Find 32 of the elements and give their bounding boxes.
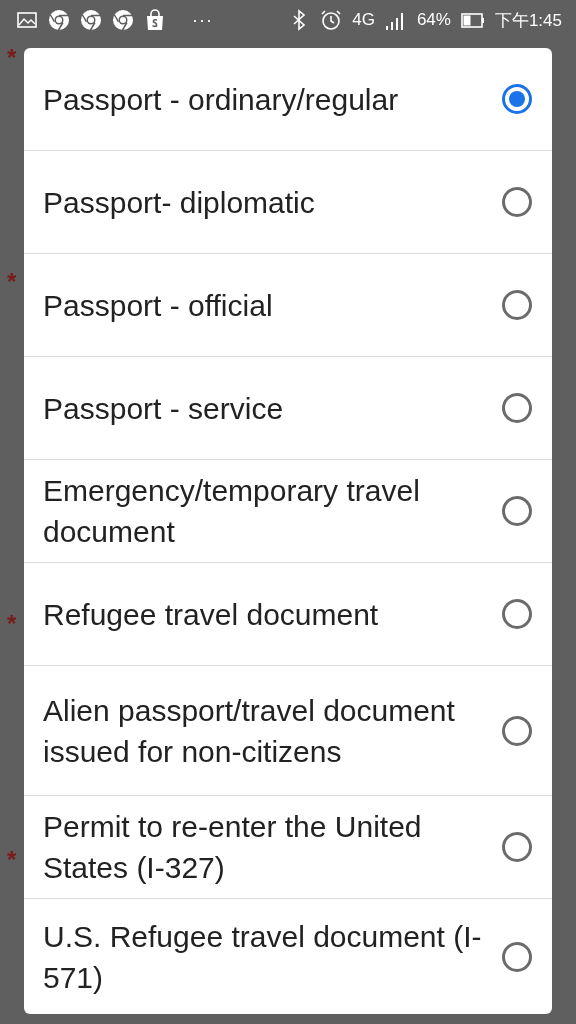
required-asterisk: * <box>7 610 17 638</box>
radio-button[interactable] <box>502 393 532 423</box>
option-label[interactable]: Passport- diplomatic <box>43 181 492 223</box>
radio-button[interactable] <box>502 715 532 746</box>
more-notifications: ··· <box>192 9 213 31</box>
chrome-icon <box>48 9 70 31</box>
required-asterisk: * <box>7 268 17 296</box>
clock-time: 下午1:45 <box>494 9 562 32</box>
option-label[interactable]: Passport - official <box>43 284 492 326</box>
required-asterisk: * <box>7 44 17 72</box>
option-label[interactable]: Passport - service <box>43 387 492 429</box>
option-label[interactable]: Emergency/temporary travel document <box>43 470 492 552</box>
radio-button[interactable] <box>502 84 532 114</box>
required-asterisk: * <box>7 846 17 874</box>
option-label[interactable]: Refugee travel document <box>43 593 492 635</box>
option-label[interactable]: U.S. Refugee travel document (I-571) <box>43 915 492 998</box>
shopping-bag-icon <box>144 9 166 31</box>
option-label[interactable]: Alien passport/travel document issued for non-citizens <box>43 689 492 772</box>
battery-percent: 64% <box>416 10 451 30</box>
alarm-clock-icon <box>320 9 343 31</box>
radio-button[interactable] <box>502 187 532 217</box>
radio-button[interactable] <box>502 832 532 862</box>
image-icon <box>16 9 38 31</box>
radio-button[interactable] <box>502 941 532 972</box>
radio-button[interactable] <box>502 599 532 629</box>
radio-button[interactable] <box>502 290 532 320</box>
option-label[interactable]: Passport - ordinary/regular <box>43 78 492 120</box>
option-label[interactable]: Permit to re-enter the United States (I-327) <box>43 806 492 888</box>
network-type: 4G <box>352 10 375 30</box>
chrome-icon <box>80 9 102 31</box>
radio-button[interactable] <box>502 496 532 526</box>
chrome-icon <box>112 9 134 31</box>
